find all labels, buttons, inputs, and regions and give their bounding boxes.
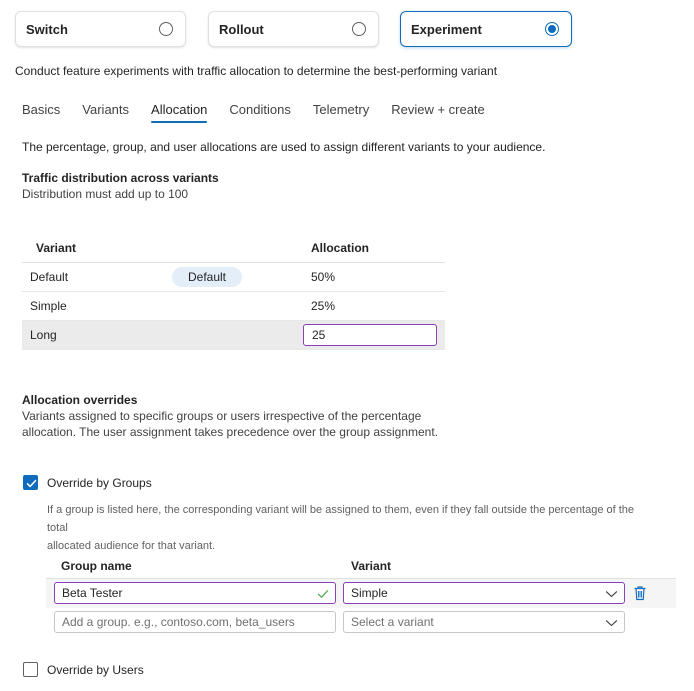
table-row[interactable]: Simple 25% (22, 292, 445, 321)
column-header-group-name: Group name (61, 558, 132, 573)
table-row: Add a group. e.g., contoso.com, beta_use… (46, 608, 676, 637)
type-card-switch[interactable]: Switch (15, 11, 186, 47)
type-card-experiment-label: Experiment (411, 21, 482, 37)
add-variant-select-placeholder: Select a variant (351, 615, 434, 629)
traffic-subtitle: Distribution must add up to 100 (22, 187, 189, 201)
variant-name: Simple (30, 299, 67, 313)
group-overrides-table: Group name Variant Beta Tester Simple Ad… (46, 553, 676, 637)
override-groups-hint-line1: If a group is listed here, the correspon… (47, 504, 635, 534)
allocation-value: 50% (311, 270, 336, 284)
tab-conditions[interactable]: Conditions (229, 102, 290, 123)
override-users-checkbox[interactable] (23, 662, 38, 677)
table-row: Beta Tester Simple (46, 579, 676, 608)
table-header: Group name Variant (46, 553, 676, 579)
table-row[interactable]: Long 25 (22, 321, 445, 350)
override-groups-hint: If a group is listed here, the correspon… (47, 501, 657, 555)
group-name-value: Beta Tester (62, 586, 123, 600)
variant-select[interactable]: Simple (343, 582, 625, 604)
variant-allocation-table: Variant Allocation Default Default 50% S… (22, 234, 445, 350)
column-header-variant: Variant (351, 558, 392, 573)
column-header-allocation: Allocation (311, 241, 370, 255)
table-header: Variant Allocation (22, 234, 445, 263)
variant-name: Default (30, 270, 69, 284)
tab-review-create[interactable]: Review + create (391, 102, 485, 123)
group-name-input[interactable]: Beta Tester (54, 582, 336, 604)
allocation-intro: The percentage, group, and user allocati… (22, 140, 546, 154)
delete-icon[interactable] (633, 585, 647, 601)
chevron-down-icon (605, 591, 618, 598)
traffic-title: Traffic distribution across variants (22, 171, 219, 185)
radio-icon[interactable] (352, 22, 366, 36)
chevron-down-icon (605, 620, 618, 627)
tab-basics[interactable]: Basics (22, 102, 60, 123)
table-row[interactable]: Default Default 50% (22, 263, 445, 292)
tab-variants[interactable]: Variants (82, 102, 129, 123)
override-groups-label[interactable]: Override by Groups (47, 476, 152, 490)
variant-name: Long (30, 328, 57, 342)
checkbox-check-icon (26, 479, 37, 488)
default-badge: Default (172, 267, 242, 287)
radio-icon[interactable] (159, 22, 173, 36)
allocation-value: 25% (311, 299, 336, 313)
tab-telemetry[interactable]: Telemetry (313, 102, 369, 123)
column-header-variant: Variant (36, 241, 77, 255)
tab-allocation[interactable]: Allocation (151, 102, 208, 123)
variant-select-value: Simple (351, 586, 388, 600)
override-users-label[interactable]: Override by Users (47, 663, 144, 677)
type-card-experiment[interactable]: Experiment (400, 11, 572, 47)
add-group-input[interactable]: Add a group. e.g., contoso.com, beta_use… (54, 611, 336, 633)
wizard-tabs: Basics Variants Allocation Conditions Te… (22, 102, 507, 123)
override-groups-checkbox[interactable] (23, 475, 38, 490)
type-card-rollout[interactable]: Rollout (208, 11, 379, 47)
feature-type-description: Conduct feature experiments with traffic… (15, 64, 498, 78)
radio-icon[interactable] (545, 22, 559, 36)
add-variant-select[interactable]: Select a variant (343, 611, 625, 633)
overrides-title: Allocation overrides (22, 393, 138, 407)
checkmark-icon (317, 590, 329, 598)
allocation-input[interactable]: 25 (303, 324, 437, 346)
type-card-switch-label: Switch (26, 21, 68, 37)
overrides-subtitle-line1: Variants assigned to specific groups or … (22, 409, 422, 423)
overrides-subtitle-line2: allocation. The user assignment takes pr… (22, 425, 439, 439)
type-card-rollout-label: Rollout (219, 21, 264, 37)
